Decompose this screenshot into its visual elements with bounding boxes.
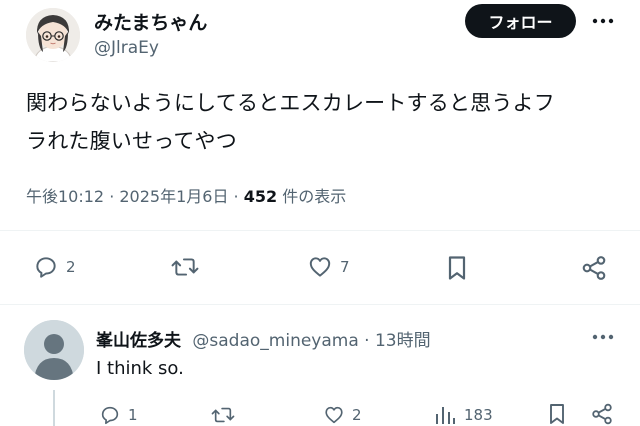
retweet-icon <box>171 258 199 276</box>
reply-author-name[interactable]: 峯山佐多夫 <box>96 331 181 351</box>
reply-share-button[interactable] <box>590 402 614 426</box>
like-button[interactable]: 7 <box>306 254 350 280</box>
tweet-meta: 午後10:12 · 2025年1月6日 · 452 件の表示 <box>26 183 346 207</box>
thread-line <box>53 390 55 426</box>
tweet-text-line: 関わらないようにしてるとエスカレートすると思うよフ <box>26 91 555 115</box>
reply-views-count: 183 <box>464 406 493 424</box>
divider <box>0 304 640 305</box>
bookmark-button[interactable] <box>445 254 469 282</box>
separator: · <box>358 331 375 351</box>
reply-time[interactable]: 13時間 <box>375 331 431 351</box>
share-icon <box>582 256 606 280</box>
author-handle[interactable]: @JlraEy <box>94 38 159 58</box>
like-icon <box>325 406 343 424</box>
more-icon <box>592 18 614 24</box>
reply-like-count: 2 <box>352 406 362 424</box>
reply-retweet-button[interactable] <box>210 404 236 426</box>
tweet-text: 関わらないようにしてるとエスカレートすると思うよフ ラれた腹いせってやつ <box>26 84 626 160</box>
reply-like-button[interactable]: 2 <box>322 404 362 426</box>
avatar[interactable] <box>26 8 80 62</box>
more-icon <box>592 334 614 340</box>
avatar-illustration <box>26 8 80 62</box>
reply-text: I think so. <box>96 358 184 379</box>
reply-author-handle[interactable]: @sadao_mineyama <box>192 331 358 351</box>
views-count: 452 <box>243 187 278 206</box>
more-options-button[interactable] <box>588 6 618 36</box>
share-icon <box>592 403 612 425</box>
reply-count: 2 <box>66 258 76 276</box>
like-icon <box>309 257 331 277</box>
default-avatar-icon <box>24 320 84 380</box>
reply-avatar[interactable] <box>24 320 84 380</box>
share-button[interactable] <box>580 254 608 282</box>
reply-icon <box>36 257 56 278</box>
reply-views-button[interactable]: 183 <box>434 404 493 426</box>
reply-more-options-button[interactable] <box>588 324 618 350</box>
reply-icon <box>101 406 119 425</box>
bookmark-icon <box>448 256 466 280</box>
retweet-icon <box>211 407 235 423</box>
views-label: 件の表示 <box>282 187 347 206</box>
follow-button[interactable]: フォロー <box>465 4 576 38</box>
reply-bookmark-button[interactable] <box>547 402 567 426</box>
like-count: 7 <box>340 258 350 276</box>
timestamp[interactable]: 午後10:12 · 2025年1月6日 · <box>26 187 239 206</box>
tweet-text-line: ラれた腹いせってやつ <box>26 129 237 153</box>
reply-button[interactable]: 2 <box>32 254 76 280</box>
bookmark-icon <box>550 404 564 424</box>
divider <box>0 230 640 231</box>
retweet-button[interactable] <box>170 254 200 280</box>
author-name[interactable]: みたまちゃん <box>94 8 207 35</box>
reply-reply-count: 1 <box>128 406 138 424</box>
reply-header: 峯山佐多夫 @sadao_mineyama · 13時間 <box>96 326 431 351</box>
reply-reply-button[interactable]: 1 <box>98 404 138 426</box>
views-icon <box>436 407 455 424</box>
